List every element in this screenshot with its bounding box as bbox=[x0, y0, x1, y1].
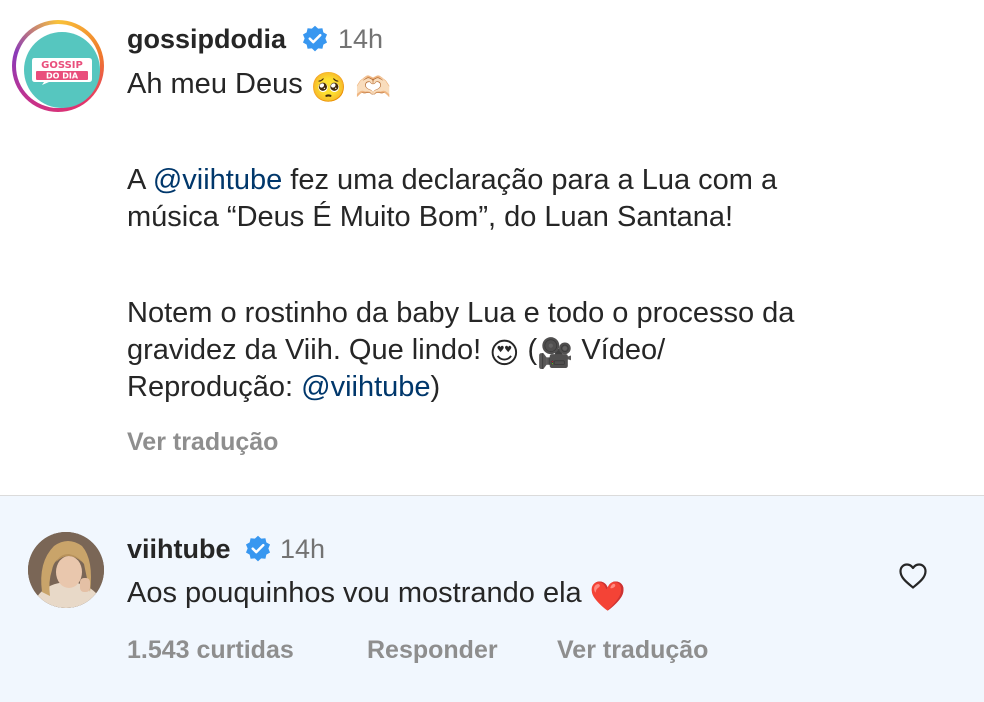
post-paragraph-2-line-1: A @viihtube fez uma declaração para a Lu… bbox=[127, 164, 778, 196]
post-paragraph-3-line-2: gravidez da Viih. Que lindo! 😍 (🎥 Vídeo/ bbox=[127, 332, 665, 373]
story-ring[interactable]: GOSSIP DO DIA bbox=[12, 20, 104, 112]
heart-hands-emoji: 🫶🏻 bbox=[354, 72, 392, 104]
post-username[interactable]: gossipdodia bbox=[127, 22, 286, 56]
post-paragraph-2-line-2: música “Deus É Muito Bom”, do Luan Santa… bbox=[127, 201, 734, 233]
original-post: GOSSIP DO DIA gossipdodia 14h Ah meu Deu… bbox=[0, 0, 984, 496]
movie-camera-emoji: 🎥 bbox=[537, 338, 574, 370]
red-heart-emoji: ❤️ bbox=[589, 581, 626, 613]
gossipdodia-avatar[interactable]: GOSSIP DO DIA bbox=[24, 32, 100, 108]
post-line-1: Ah meu Deus 🥺 🫶🏻 bbox=[127, 66, 391, 107]
reply-username[interactable]: viihtube bbox=[127, 532, 231, 566]
heart-outline-icon[interactable] bbox=[898, 562, 928, 590]
post-translate-link[interactable]: Ver tradução bbox=[127, 426, 278, 458]
viihtube-avatar[interactable] bbox=[28, 532, 104, 608]
heart-eyes-emoji: 😍 bbox=[489, 338, 520, 370]
mention-link[interactable]: @viihtube bbox=[301, 371, 430, 403]
pleading-face-emoji: 🥺 bbox=[310, 72, 347, 104]
post-paragraph-3-line-1: Notem o rostinho da baby Lua e todo o pr… bbox=[127, 297, 795, 329]
verified-badge-icon bbox=[245, 535, 271, 562]
like-count[interactable]: 1.543 curtidas bbox=[127, 634, 294, 666]
mention-link[interactable]: @viihtube bbox=[153, 164, 282, 196]
reply-translate-link[interactable]: Ver tradução bbox=[557, 634, 708, 666]
svg-text:GOSSIP: GOSSIP bbox=[41, 60, 83, 71]
reply-button[interactable]: Responder bbox=[367, 634, 498, 666]
gossip-do-dia-logo: GOSSIP DO DIA bbox=[32, 58, 92, 85]
reply-comment: viihtube 14h Aos pouquinhos vou mostrand… bbox=[0, 496, 984, 702]
post-paragraph-3-line-3: Reprodução: @viihtube) bbox=[127, 371, 441, 403]
reply-timestamp: 14h bbox=[280, 534, 326, 564]
svg-text:DO DIA: DO DIA bbox=[46, 72, 79, 81]
post-timestamp: 14h bbox=[338, 24, 384, 54]
reply-text: Aos pouquinhos vou mostrando ela ❤️ bbox=[127, 575, 626, 616]
profile-photo bbox=[28, 532, 104, 608]
verified-badge-icon bbox=[302, 25, 328, 52]
